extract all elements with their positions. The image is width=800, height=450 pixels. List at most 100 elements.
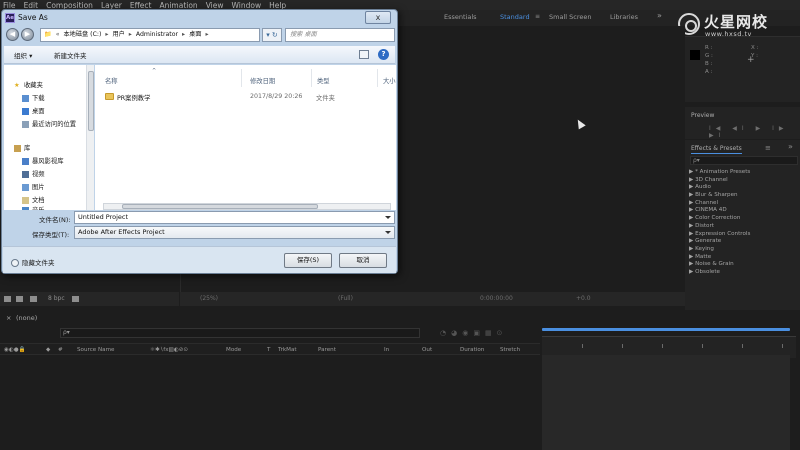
panel-expand-icon[interactable]: »: [788, 142, 793, 151]
current-time[interactable]: 0:00:00:00: [480, 295, 513, 302]
effects-category[interactable]: ▶ Obsolete: [689, 269, 797, 277]
effects-category[interactable]: ▶ Audio: [689, 184, 797, 192]
documents-icon: [22, 196, 29, 204]
filename-input[interactable]: Untitled Project: [74, 211, 395, 224]
timeline-column-headers: ◉◐●🔒 ◆ # Source Name ⚛✱∖fx▧◐⊘⊙ Mode T Tr…: [0, 343, 540, 355]
forward-button[interactable]: ▶: [21, 28, 34, 41]
workspace-small-screen[interactable]: Small Screen: [549, 13, 591, 21]
file-list-hscrollbar[interactable]: [103, 203, 391, 210]
col-parent: Parent: [318, 347, 336, 353]
column-divider[interactable]: [377, 69, 378, 87]
new-comp-icon[interactable]: [30, 296, 37, 302]
timeline-comp-name[interactable]: (none): [16, 314, 37, 322]
preview-controls[interactable]: I◀ ◀I ▶ I▶ ▶I: [709, 125, 800, 139]
workspace-more-icon[interactable]: »: [657, 11, 662, 20]
recent-places-icon: [22, 120, 29, 128]
workspace-libraries[interactable]: Libraries: [610, 13, 638, 21]
address-bar[interactable]: 📁 « 本地磁盘 (C:) ▸ 用户 ▸ Administrator ▸ 桌面 …: [40, 28, 260, 42]
help-icon[interactable]: ?: [378, 49, 389, 60]
nav-library[interactable]: 库: [14, 143, 30, 152]
effects-category[interactable]: ▶ Blur & Sharpen: [689, 192, 797, 200]
effects-presets-panel: Effects & Presets ≡ » ρ▾ ▶ * Animation P…: [685, 140, 800, 310]
effects-category[interactable]: ▶ Generate: [689, 238, 797, 246]
cancel-button[interactable]: 取消: [339, 253, 387, 268]
hide-folders-toggle[interactable]: 隐藏文件夹: [11, 257, 55, 267]
timeline-tracks[interactable]: [542, 355, 790, 450]
workspace-essentials[interactable]: Essentials: [444, 13, 477, 21]
col-header-size[interactable]: 大小: [383, 76, 396, 85]
column-divider[interactable]: [311, 69, 312, 87]
new-folder-button[interactable]: 新建文件夹: [54, 50, 87, 60]
workspace-menu-icon[interactable]: ≡: [535, 13, 540, 20]
breadcrumb-drive[interactable]: 本地磁盘 (C:): [63, 31, 101, 38]
breadcrumb-desktop[interactable]: 桌面: [189, 31, 201, 38]
breadcrumb-users[interactable]: 用户: [112, 31, 124, 38]
av-switches-icon[interactable]: ◉◐●🔒: [4, 347, 26, 353]
zoom-level[interactable]: (25%): [200, 295, 218, 302]
info-g: G :: [705, 53, 713, 59]
refresh-button[interactable]: ▾ ↻: [262, 28, 282, 42]
dialog-title-bar[interactable]: Ae Save As x: [2, 10, 397, 26]
ruler-tick: [662, 344, 663, 348]
breadcrumb-administrator[interactable]: Administrator: [136, 31, 178, 38]
effects-category[interactable]: ▶ Distort: [689, 223, 797, 231]
effects-panel-title[interactable]: Effects & Presets: [691, 145, 742, 154]
nav-pictures[interactable]: 图片: [22, 182, 45, 191]
column-divider[interactable]: [241, 69, 242, 87]
folder-icon: 📁: [44, 31, 52, 38]
hscrollbar-thumb[interactable]: [122, 204, 318, 209]
nav-favorites[interactable]: ★ 收藏夹: [14, 80, 43, 90]
nav-music[interactable]: 音乐: [22, 205, 45, 210]
workspace-standard[interactable]: Standard: [500, 13, 530, 21]
timeline-switch-icons[interactable]: ◔◕◉▣▦⊙: [440, 329, 507, 337]
col-source-name[interactable]: Source Name: [77, 347, 115, 353]
panel-menu-icon[interactable]: ≡: [765, 144, 771, 152]
watermark-brand: 火星网校: [704, 13, 769, 31]
col-header-type[interactable]: 类型: [317, 76, 330, 85]
file-row[interactable]: PR案例教学 2017/8/29 20:26 文件夹: [103, 92, 383, 104]
timeline-close-icon[interactable]: ×: [6, 314, 11, 322]
save-button[interactable]: 保存(S): [284, 253, 332, 268]
new-folder-icon[interactable]: [16, 296, 23, 302]
effects-category[interactable]: ▶ Keying: [689, 246, 797, 254]
effects-category[interactable]: ▶ CINEMA 4D: [689, 207, 797, 215]
nav-downloads[interactable]: 下载: [22, 93, 45, 102]
view-options-icon[interactable]: [359, 50, 369, 59]
work-area-bar[interactable]: [542, 328, 790, 331]
after-effects-icon: Ae: [5, 13, 15, 23]
nav-documents[interactable]: 文档: [22, 195, 45, 204]
bpc-label[interactable]: 8 bpc: [48, 295, 65, 302]
effects-category[interactable]: ▶ Color Correction: [689, 215, 797, 223]
ruler-tick: [742, 344, 743, 348]
nav-scrollbar-thumb[interactable]: [88, 71, 94, 131]
effects-category[interactable]: ▶ Expression Controls: [689, 231, 797, 239]
col-header-date[interactable]: 修改日期: [250, 76, 275, 85]
timeline-layers-area[interactable]: [0, 355, 540, 450]
effects-category[interactable]: ▶ Noise & Grain: [689, 261, 797, 269]
search-input[interactable]: 搜索 桌面: [285, 28, 395, 42]
effects-category[interactable]: ▶ Channel: [689, 200, 797, 208]
chevron-down-icon[interactable]: [385, 231, 391, 234]
chevron-down-icon[interactable]: [385, 216, 391, 219]
col-header-name[interactable]: 名称: [105, 76, 118, 85]
nav-scrollbar[interactable]: [86, 65, 94, 210]
nav-videos[interactable]: 视频: [22, 169, 45, 178]
nav-desktop[interactable]: 桌面: [22, 106, 45, 115]
timeline-search-input[interactable]: ρ▾: [60, 328, 420, 338]
effects-category[interactable]: ▶ Matte: [689, 254, 797, 262]
savetype-select[interactable]: Adobe After Effects Project: [74, 226, 395, 239]
resolution-select[interactable]: (Full): [338, 295, 353, 302]
exposure-value[interactable]: +0.0: [576, 295, 591, 302]
back-button[interactable]: ◀: [6, 28, 19, 41]
effects-category[interactable]: ▶ * Animation Presets: [689, 169, 797, 177]
preview-title[interactable]: Preview: [691, 112, 714, 119]
effects-search-input[interactable]: ρ▾: [690, 156, 798, 165]
organize-button[interactable]: 组织 ▾: [14, 50, 32, 60]
interpret-footage-icon[interactable]: [4, 296, 11, 302]
nav-recent[interactable]: 最近访问的位置: [22, 119, 76, 128]
nav-baofeng[interactable]: 暴风影视库: [22, 156, 63, 165]
effects-category[interactable]: ▶ 3D Channel: [689, 177, 797, 185]
info-r: R :: [705, 45, 713, 51]
trash-icon[interactable]: [72, 296, 79, 302]
close-button[interactable]: x: [365, 11, 391, 24]
